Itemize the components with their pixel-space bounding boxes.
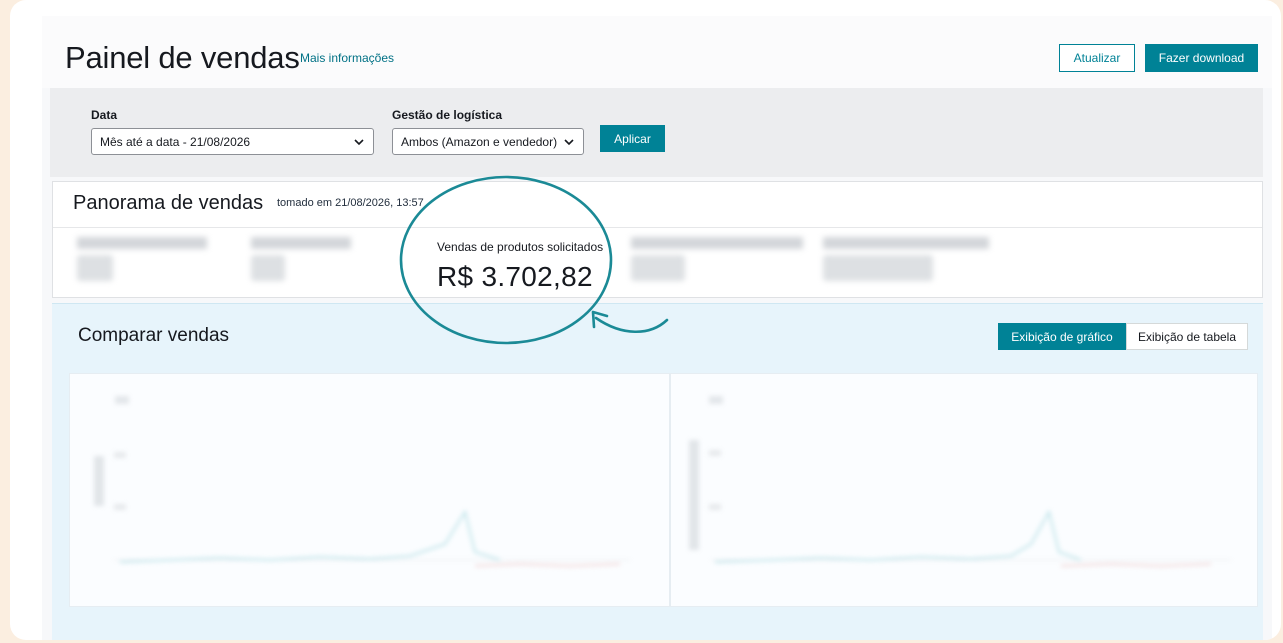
chevron-down-icon bbox=[354, 139, 364, 146]
logistics-select-value: Ambos (Amazon e vendedor) bbox=[401, 134, 558, 149]
compare-title: Comparar vendas bbox=[78, 325, 230, 346]
logistics-select[interactable]: Ambos (Amazon e vendedor) bbox=[392, 128, 584, 155]
download-button[interactable]: Fazer download bbox=[1145, 44, 1258, 72]
overview-title: Panorama de vendas bbox=[73, 192, 264, 214]
blurred-metric-1 bbox=[77, 237, 207, 281]
sales-dashboard: Painel de vendas Mais informações Atuali… bbox=[42, 16, 1272, 640]
sales-chart-panel bbox=[670, 373, 1258, 607]
chart-view-toggle[interactable]: Exibição de gráfico bbox=[998, 323, 1126, 350]
blurred-chart bbox=[689, 396, 1231, 568]
units-chart-panel bbox=[69, 373, 670, 607]
page-title: Painel de vendas bbox=[65, 40, 300, 75]
blurred-metric-3 bbox=[631, 237, 803, 281]
refresh-button[interactable]: Atualizar bbox=[1059, 44, 1135, 72]
screenshot-card: Painel de vendas Mais informações Atuali… bbox=[10, 0, 1281, 640]
blurred-metric-2 bbox=[251, 237, 351, 281]
chevron-down-icon bbox=[564, 139, 574, 146]
page-header: Painel de vendas Mais informações Atuali… bbox=[42, 16, 1272, 88]
date-select-value: Mês até a data - 21/08/2026 bbox=[100, 134, 251, 149]
sales-overview: Panorama de vendas tomado em 21/08/2026,… bbox=[52, 181, 1263, 298]
ordered-product-sales-value: R$ 3.702,82 bbox=[437, 261, 593, 292]
blurred-metric-4 bbox=[823, 237, 989, 281]
date-filter-label: Data bbox=[91, 108, 118, 122]
date-select[interactable]: Mês até a data - 21/08/2026 bbox=[91, 128, 374, 155]
overview-timestamp: tomado em 21/08/2026, 13:57 bbox=[277, 197, 424, 209]
logistics-filter-label: Gestão de logística bbox=[392, 108, 503, 122]
ordered-product-sales-label: Vendas de produtos solicitados bbox=[437, 240, 604, 254]
blurred-chart bbox=[94, 396, 630, 568]
filter-bar: Data Mês até a data - 21/08/2026 Gestão … bbox=[50, 88, 1263, 177]
table-view-toggle[interactable]: Exibição de tabela bbox=[1126, 323, 1248, 350]
apply-button[interactable]: Aplicar bbox=[600, 125, 665, 152]
more-info-link[interactable]: Mais informações bbox=[300, 51, 394, 65]
divider bbox=[53, 227, 1262, 228]
ordered-product-sales-metric: Vendas de produtos solicitados R$ 3.702,… bbox=[437, 240, 603, 293]
compare-sales-section: Comparar vendas Exibição de gráfico Exib… bbox=[52, 303, 1263, 640]
